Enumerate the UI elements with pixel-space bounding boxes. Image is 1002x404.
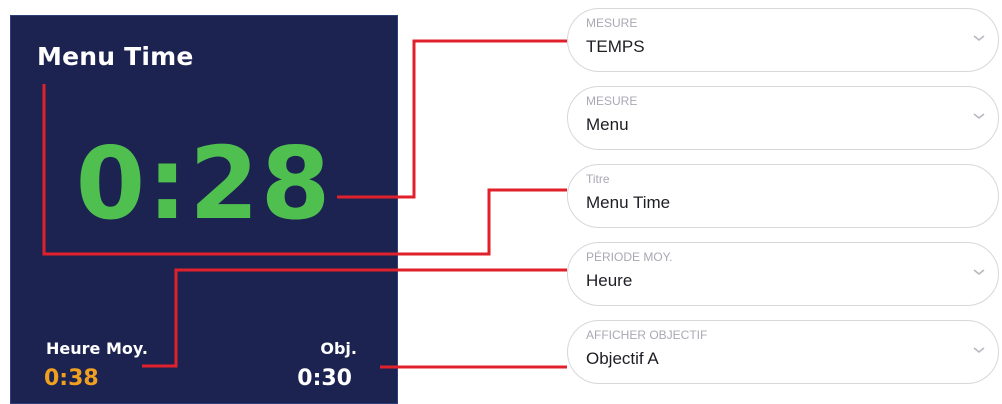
afficher-objectif-label: AFFICHER OBJECTIF xyxy=(586,328,708,342)
chevron-down-icon[interactable] xyxy=(972,111,986,121)
mesure-metric-select[interactable]: MESURE Menu xyxy=(567,86,999,150)
mesure-metric-label: MESURE xyxy=(586,94,638,108)
periode-moy-label: PÉRIODE MOY. xyxy=(586,250,673,264)
titre-value[interactable]: Menu Time xyxy=(586,193,670,213)
mesure-type-label: MESURE xyxy=(586,16,638,30)
chevron-down-icon[interactable] xyxy=(972,33,986,43)
connector-title-to-titre xyxy=(42,84,567,256)
chevron-down-icon[interactable] xyxy=(972,345,986,355)
mesure-type-value: TEMPS xyxy=(586,37,645,56)
afficher-objectif-select[interactable]: AFFICHER OBJECTIF Objectif A xyxy=(567,320,999,384)
mesure-metric-value: Menu xyxy=(586,115,629,134)
mesure-type-select[interactable]: MESURE TEMPS xyxy=(567,8,999,72)
chevron-down-icon[interactable] xyxy=(972,267,986,277)
connector-average-to-periode xyxy=(142,268,567,368)
periode-moy-value: Heure xyxy=(586,271,633,290)
afficher-objectif-value: Objectif A xyxy=(586,349,659,368)
titre-input[interactable]: Titre Menu Time xyxy=(567,164,999,228)
connector-value-to-mesure xyxy=(337,39,567,199)
titre-label: Titre xyxy=(586,172,610,186)
periode-moy-select[interactable]: PÉRIODE MOY. Heure xyxy=(567,242,999,306)
